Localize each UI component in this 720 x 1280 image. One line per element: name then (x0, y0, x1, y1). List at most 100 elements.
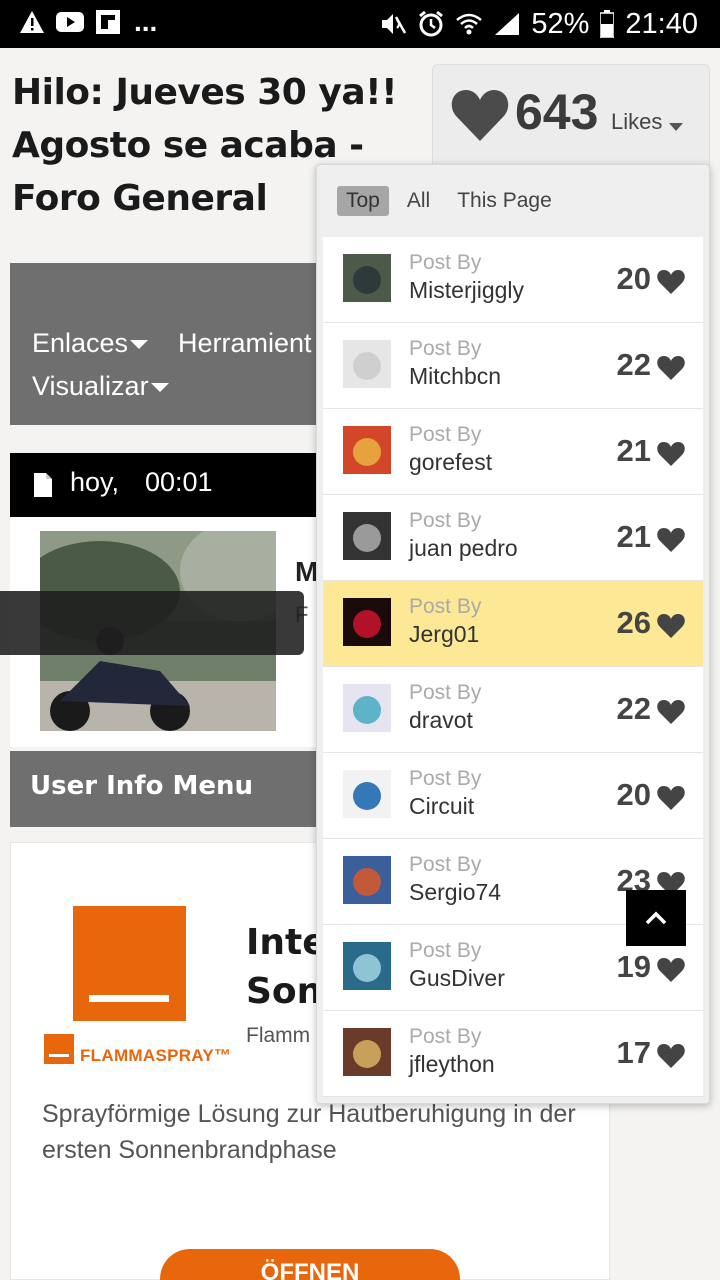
list-item[interactable]: Post By gorefest 21 (323, 409, 703, 495)
nav-enlaces-label: Enlaces (32, 328, 129, 358)
document-icon (34, 473, 52, 497)
username[interactable]: Jerg01 (409, 621, 479, 648)
list-item[interactable]: Post By jfleython 17 (323, 1011, 703, 1097)
username[interactable]: Mitchbcn (409, 363, 501, 390)
like-count: 17 (616, 1035, 651, 1070)
post-by-label: Post By (409, 1025, 482, 1048)
ad-brand-icon (44, 1034, 74, 1064)
username[interactable]: Circuit (409, 793, 474, 820)
likes-button[interactable]: 643 Likes (432, 64, 710, 174)
username[interactable]: GusDiver (409, 965, 505, 992)
ad-headline-line2: Son (246, 971, 323, 1012)
youtube-icon (56, 8, 84, 36)
nav-visualizar[interactable]: Visualizar (32, 370, 169, 402)
avatar[interactable] (343, 856, 391, 904)
list-item[interactable]: Post By juan pedro 21 (323, 495, 703, 581)
ad-headline-line1: Inte (246, 922, 327, 963)
ad-open-button[interactable]: ÖFFNEN (160, 1249, 460, 1280)
flipboard-icon (94, 8, 122, 36)
username[interactable]: Sergio74 (409, 879, 501, 906)
avatar[interactable] (343, 340, 391, 388)
ad-description: Sprayförmige Lösung zur Hautberuhigung i… (42, 1100, 576, 1164)
signal-icon (493, 10, 521, 38)
post-by-label: Post By (409, 423, 482, 446)
post-header: hoy, 00:01 (10, 453, 330, 517)
post-by-label: Post By (409, 337, 482, 360)
user-info-menu[interactable]: User Info Menu (10, 751, 330, 827)
avatar[interactable] (343, 426, 391, 474)
heart-icon (657, 442, 685, 466)
scroll-to-top-button[interactable] (626, 890, 686, 946)
alarm-icon (417, 10, 445, 38)
avatar[interactable] (343, 598, 391, 646)
mute-icon (379, 10, 407, 38)
forum-nav: Enlaces Herramient Visualizar (10, 263, 330, 425)
like-count: 20 (616, 261, 651, 296)
username[interactable]: gorefest (409, 449, 492, 476)
tab-this-page[interactable]: This Page (448, 186, 561, 216)
chevron-up-icon (645, 911, 667, 925)
username[interactable]: Misterjiggly (409, 277, 524, 304)
like-count: 21 (616, 519, 651, 554)
avatar[interactable] (343, 942, 391, 990)
post-by-label: Post By (409, 939, 482, 962)
nav-visualizar-label: Visualizar (32, 371, 149, 401)
nav-herramientas[interactable]: Herramient (178, 327, 312, 359)
ad-logo (73, 906, 186, 1021)
username[interactable]: jfleython (409, 1051, 495, 1078)
likes-tabs: Top All This Page (337, 186, 570, 216)
heart-icon (657, 700, 685, 724)
post-by-label: Post By (409, 681, 482, 704)
post-by-label: Post By (409, 251, 482, 274)
heart-icon (657, 528, 685, 552)
chevron-down-icon (150, 383, 169, 393)
username[interactable]: dravot (409, 707, 473, 734)
avatar[interactable] (343, 770, 391, 818)
notification-icons: ... (18, 8, 157, 36)
nav-enlaces[interactable]: Enlaces (32, 327, 149, 359)
like-count: 21 (616, 433, 651, 468)
nav-herramientas-label: Herramient (178, 328, 312, 358)
ad-headline[interactable]: Inte Son (246, 918, 327, 1016)
post-by-label: Post By (409, 767, 482, 790)
post-author[interactable]: M (295, 556, 318, 588)
heart-icon (657, 270, 685, 294)
list-item[interactable]: Post By Misterjiggly 20 (323, 237, 703, 323)
wifi-icon (455, 10, 483, 38)
like-count: 22 (616, 691, 651, 726)
avatar[interactable] (343, 254, 391, 302)
chevron-down-icon (669, 123, 683, 131)
list-item[interactable]: Post By dravot 22 (323, 667, 703, 753)
battery-icon (599, 10, 615, 38)
system-status: 52% 21:40 (379, 6, 698, 42)
like-count: 19 (616, 949, 651, 984)
battery-percent: 52% (531, 7, 590, 40)
likes-label: Likes (611, 109, 663, 134)
post-by-label: Post By (409, 853, 482, 876)
post-time: 00:01 (145, 467, 213, 497)
avatar[interactable] (343, 512, 391, 560)
list-item[interactable]: Post By Mitchbcn 22 (323, 323, 703, 409)
clock: 21:40 (625, 7, 698, 40)
list-item[interactable]: Post By Circuit 20 (323, 753, 703, 839)
post-date: hoy, (70, 467, 120, 497)
list-item[interactable]: Post By Jerg01 26 (323, 581, 703, 667)
avatar[interactable] (343, 684, 391, 732)
avatar[interactable] (343, 1028, 391, 1076)
heart-icon (657, 786, 685, 810)
tab-top[interactable]: Top (337, 186, 389, 216)
warning-icon (18, 8, 46, 36)
status-bar: ... 52% 21:40 (0, 0, 720, 48)
toast-overlay (0, 591, 304, 655)
username[interactable]: juan pedro (409, 535, 518, 562)
likes-count: 643 (515, 84, 599, 140)
ad-logo-bar (89, 995, 169, 1002)
heart-icon (451, 90, 509, 141)
heart-icon (657, 614, 685, 638)
heart-icon (657, 958, 685, 982)
post-by-label: Post By (409, 509, 482, 532)
likes-dropdown: Top All This Page Post By Misterjiggly 20 P… (316, 164, 710, 1104)
like-count: 20 (616, 777, 651, 812)
tab-all[interactable]: All (398, 186, 439, 216)
like-count: 26 (616, 605, 651, 640)
